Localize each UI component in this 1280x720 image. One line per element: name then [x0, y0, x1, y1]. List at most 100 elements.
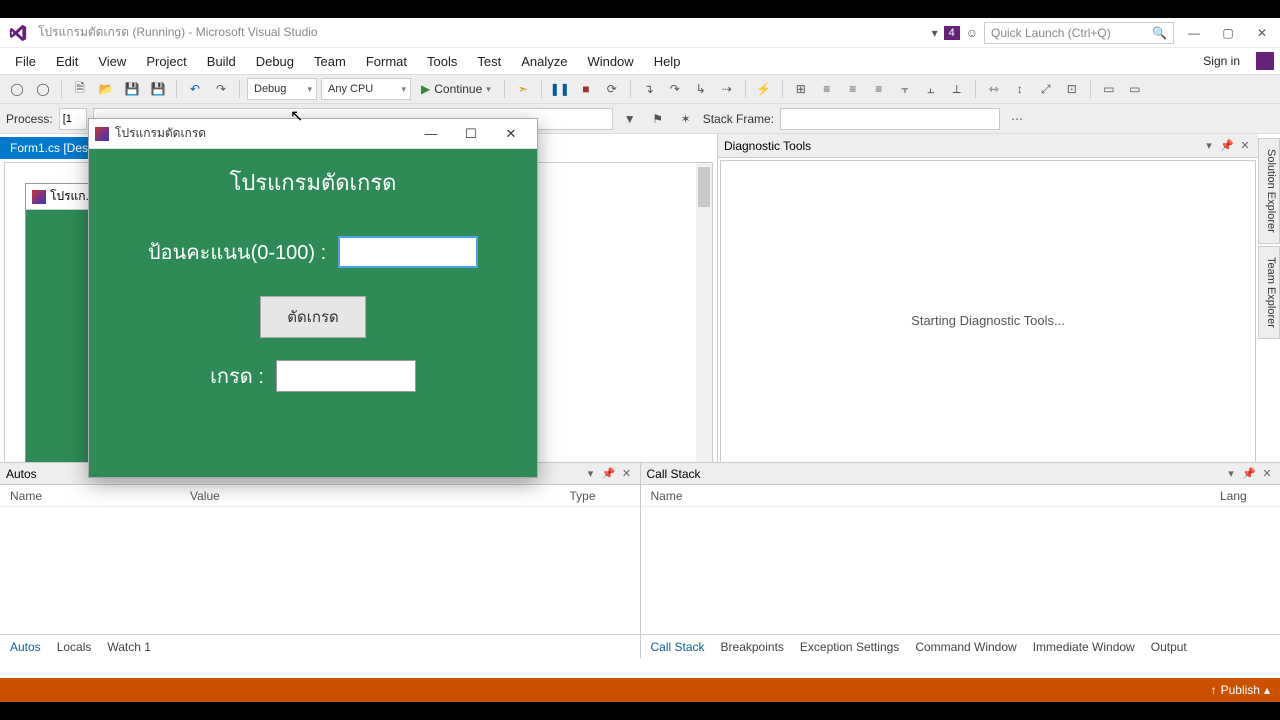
back-icon[interactable]: ▭: [1124, 78, 1146, 100]
calculate-grade-button[interactable]: ตัดเกรด: [260, 296, 366, 338]
process-combo[interactable]: [1: [59, 108, 87, 130]
close-panel-icon[interactable]: ✕: [1260, 467, 1274, 481]
tab-locals[interactable]: Locals: [53, 638, 96, 656]
step-over-icon[interactable]: ↷: [664, 78, 686, 100]
tab-autos[interactable]: Autos: [6, 638, 45, 656]
thread-icon[interactable]: ✶: [675, 108, 697, 130]
hspace-icon[interactable]: ⇿: [983, 78, 1005, 100]
dropdown-icon[interactable]: ▾: [1202, 139, 1216, 153]
close-panel-icon[interactable]: ✕: [620, 467, 634, 481]
step-next-icon[interactable]: ⇢: [716, 78, 738, 100]
vspace-icon[interactable]: ↕: [1009, 78, 1031, 100]
save-all-icon[interactable]: 💾: [147, 78, 169, 100]
align-icon[interactable]: ⊞: [790, 78, 812, 100]
stop-icon[interactable]: ■: [575, 78, 597, 100]
solution-platform-combo[interactable]: Any CPU: [321, 78, 411, 100]
flag-thread-icon[interactable]: ⚑: [647, 108, 669, 130]
menu-tools[interactable]: Tools: [418, 51, 466, 72]
pause-icon[interactable]: ❚❚: [549, 78, 571, 100]
running-app-window[interactable]: โปรแกรมตัดเกรด — ☐ ✕ โปรแกรมตัดเกรด ป้อน…: [88, 118, 538, 478]
restart-icon[interactable]: ⟳: [601, 78, 623, 100]
pin-icon[interactable]: 📌: [1242, 467, 1256, 481]
close-button[interactable]: ✕: [1248, 22, 1276, 44]
undo-icon[interactable]: ↶: [184, 78, 206, 100]
menu-debug[interactable]: Debug: [247, 51, 303, 72]
close-panel-icon[interactable]: ✕: [1238, 139, 1252, 153]
sign-in-link[interactable]: Sign in: [1203, 54, 1246, 68]
step-out-icon[interactable]: ↳: [690, 78, 712, 100]
step-into-icon[interactable]: ↴: [638, 78, 660, 100]
nav-fwd-icon[interactable]: ◯: [32, 78, 54, 100]
tab-watch1[interactable]: Watch 1: [103, 638, 155, 656]
user-icon[interactable]: [1256, 52, 1274, 70]
redo-icon[interactable]: ↷: [210, 78, 232, 100]
grade-output[interactable]: [276, 360, 416, 392]
menu-build[interactable]: Build: [198, 51, 245, 72]
tab-exception[interactable]: Exception Settings: [796, 638, 903, 656]
align-mid-icon[interactable]: ⫠: [920, 78, 942, 100]
front-icon[interactable]: ▭: [1098, 78, 1120, 100]
scrollbar-vertical[interactable]: [696, 163, 712, 481]
align-bot-icon[interactable]: ⟂: [946, 78, 968, 100]
tab-immediate[interactable]: Immediate Window: [1029, 638, 1139, 656]
app-close-button[interactable]: ✕: [491, 120, 531, 148]
restore-button[interactable]: ▢: [1214, 22, 1242, 44]
app-icon: [95, 127, 109, 141]
app-minimize-button[interactable]: —: [411, 120, 451, 148]
tab-breakpoints[interactable]: Breakpoints: [717, 638, 788, 656]
feedback-icon[interactable]: ☺: [966, 26, 978, 40]
search-icon: 🔍: [1152, 26, 1167, 40]
stack-frame-combo[interactable]: [780, 108, 1000, 130]
col-name[interactable]: Name: [651, 489, 1221, 503]
menu-help[interactable]: Help: [645, 51, 690, 72]
size-icon[interactable]: ⤢: [1035, 78, 1057, 100]
tab-command[interactable]: Command Window: [911, 638, 1020, 656]
menu-team[interactable]: Team: [305, 51, 355, 72]
open-icon[interactable]: 📂: [95, 78, 117, 100]
overflow-icon[interactable]: ⋯: [1006, 108, 1028, 130]
menu-analyze[interactable]: Analyze: [512, 51, 576, 72]
menu-edit[interactable]: Edit: [47, 51, 87, 72]
notification-badge[interactable]: 4: [944, 26, 960, 40]
continue-button[interactable]: ▶ Continue ▾: [415, 78, 497, 100]
col-type[interactable]: Type: [570, 489, 630, 503]
new-project-icon[interactable]: 🗎: [69, 78, 91, 100]
chevron-up-icon[interactable]: ▴: [1264, 683, 1270, 697]
tab-output[interactable]: Output: [1147, 638, 1191, 656]
dropdown-icon[interactable]: ▾: [1224, 467, 1238, 481]
app-maximize-button[interactable]: ☐: [451, 120, 491, 148]
menu-view[interactable]: View: [89, 51, 135, 72]
center-icon[interactable]: ⊡: [1061, 78, 1083, 100]
app-titlebar[interactable]: โปรแกรมตัดเกรด — ☐ ✕: [89, 119, 537, 149]
solution-explorer-tab[interactable]: Solution Explorer: [1258, 138, 1280, 244]
col-name[interactable]: Name: [10, 489, 190, 503]
menu-test[interactable]: Test: [468, 51, 510, 72]
align-left-icon[interactable]: ≡: [816, 78, 838, 100]
solution-config-combo[interactable]: Debug: [247, 78, 317, 100]
pin-icon[interactable]: 📌: [1220, 139, 1234, 153]
filter-icon[interactable]: ▼: [619, 108, 641, 130]
tab-form1-design[interactable]: Form1.cs [Des: [0, 137, 98, 159]
score-input[interactable]: [338, 236, 478, 268]
hot-reload-icon[interactable]: ⚡: [753, 78, 775, 100]
pin-icon[interactable]: 📌: [602, 467, 616, 481]
quick-launch-input[interactable]: Quick Launch (Ctrl+Q) 🔍: [984, 22, 1174, 44]
publish-button[interactable]: Publish: [1221, 683, 1260, 697]
menu-format[interactable]: Format: [357, 51, 416, 72]
step-marker-icon[interactable]: ➣: [512, 78, 534, 100]
flag-icon[interactable]: ▾: [932, 26, 938, 40]
menu-file[interactable]: File: [6, 51, 45, 72]
menu-window[interactable]: Window: [578, 51, 642, 72]
team-explorer-tab[interactable]: Team Explorer: [1258, 246, 1280, 339]
save-icon[interactable]: 💾: [121, 78, 143, 100]
nav-back-icon[interactable]: ◯: [6, 78, 28, 100]
col-value[interactable]: Value: [190, 489, 570, 503]
minimize-button[interactable]: —: [1180, 22, 1208, 44]
menu-project[interactable]: Project: [137, 51, 195, 72]
col-lang[interactable]: Lang: [1220, 489, 1270, 503]
align-right-icon[interactable]: ≡: [868, 78, 890, 100]
tab-callstack[interactable]: Call Stack: [647, 638, 709, 656]
align-center-icon[interactable]: ≡: [842, 78, 864, 100]
dropdown-icon[interactable]: ▾: [584, 467, 598, 481]
align-top-icon[interactable]: ⫟: [894, 78, 916, 100]
